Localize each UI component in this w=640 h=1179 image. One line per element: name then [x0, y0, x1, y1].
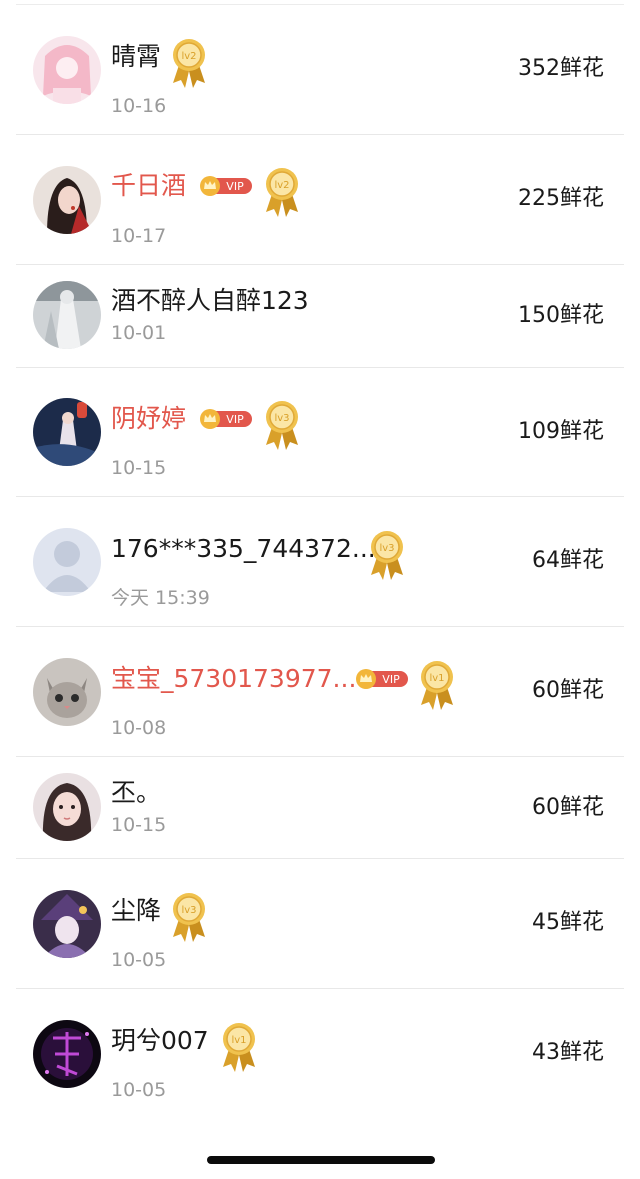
- user-name: 176***335_744372...: [111, 534, 376, 563]
- list-item[interactable]: 176***335_744372... lv3 今天 15:39 64鲜花: [16, 496, 624, 627]
- level-label: lv3: [274, 413, 289, 424]
- user-name: 宝宝_5730173977...: [111, 664, 357, 693]
- avatar[interactable]: [33, 281, 101, 349]
- level-label: lv2: [181, 51, 196, 62]
- flower-count: 352鲜花: [518, 56, 604, 81]
- list-item[interactable]: 丕。 10-15 60鲜花: [16, 756, 624, 859]
- avatar[interactable]: [33, 658, 101, 726]
- list-item[interactable]: 阴妤婷 VIP lv3 10-15 109鲜花: [16, 367, 624, 497]
- user-name: 尘降: [111, 896, 162, 925]
- home-indicator[interactable]: [207, 1156, 435, 1164]
- avatar[interactable]: [33, 36, 101, 104]
- avatar[interactable]: [33, 528, 101, 596]
- date: 10-15: [111, 457, 167, 479]
- avatar[interactable]: [33, 398, 101, 466]
- flower-count: 45鲜花: [532, 910, 604, 935]
- date: 10-16: [111, 95, 167, 117]
- user-name: 酒不醉人自醉123: [111, 286, 309, 315]
- vip-badge: VIP: [355, 668, 409, 690]
- user-name: 丕。: [111, 778, 162, 807]
- flower-count: 60鲜花: [532, 795, 604, 820]
- level-label: lv1: [429, 673, 444, 684]
- flower-count: 64鲜花: [532, 548, 604, 573]
- vip-badge: VIP: [199, 175, 253, 197]
- level-medal-icon: lv1: [220, 1021, 258, 1073]
- level-medal-icon: lv3: [263, 399, 301, 451]
- date: 10-01: [111, 322, 167, 344]
- user-name: 晴霄: [111, 42, 162, 71]
- vip-label: VIP: [226, 413, 244, 426]
- vip-label: VIP: [226, 180, 244, 193]
- flower-count: 225鲜花: [518, 186, 604, 211]
- date: 10-15: [111, 814, 167, 836]
- vip-badge: VIP: [199, 408, 253, 430]
- user-name: 玥兮007: [111, 1026, 209, 1055]
- level-medal-icon: lv1: [418, 659, 456, 711]
- list-item[interactable]: 酒不醉人自醉123 10-01 150鲜花: [16, 264, 624, 368]
- level-label: lv1: [231, 1035, 246, 1046]
- flower-count: 150鲜花: [518, 303, 604, 328]
- date: 10-05: [111, 949, 167, 971]
- list-item[interactable]: 尘降 lv3 10-05 45鲜花: [16, 858, 624, 989]
- list-item[interactable]: 千日酒 VIP lv2 10-17 225鲜花: [16, 134, 624, 265]
- user-name: 千日酒: [111, 171, 187, 200]
- avatar[interactable]: [33, 890, 101, 958]
- list-item[interactable]: 晴霄 lv2 10-16 352鲜花: [16, 5, 624, 135]
- level-label: lv2: [274, 180, 289, 191]
- level-medal-icon: lv2: [263, 166, 301, 218]
- date: 10-17: [111, 225, 167, 247]
- date: 10-05: [111, 1079, 167, 1101]
- user-name: 阴妤婷: [111, 404, 187, 433]
- avatar[interactable]: [33, 773, 101, 841]
- flower-count: 43鲜花: [532, 1040, 604, 1065]
- level-medal-icon: lv2: [170, 37, 208, 89]
- vip-label: VIP: [382, 673, 400, 686]
- date: 今天 15:39: [111, 587, 210, 609]
- list-item[interactable]: 宝宝_5730173977... VIP lv1 10-08 60鲜花: [16, 626, 624, 757]
- level-medal-icon: lv3: [368, 529, 406, 581]
- flower-count: 60鲜花: [532, 678, 604, 703]
- avatar[interactable]: [33, 1020, 101, 1088]
- list-item[interactable]: 玥兮007 lv1 10-05 43鲜花: [16, 988, 624, 1118]
- date: 10-08: [111, 717, 167, 739]
- level-label: lv3: [379, 543, 394, 554]
- level-label: lv3: [181, 905, 196, 916]
- flower-count: 109鲜花: [518, 419, 604, 444]
- avatar[interactable]: [33, 166, 101, 234]
- level-medal-icon: lv3: [170, 891, 208, 943]
- flower-ranking-screen: 晴霄 lv2 10-16 352鲜花 千日酒 VIP lv2 10-17 225…: [0, 0, 640, 1179]
